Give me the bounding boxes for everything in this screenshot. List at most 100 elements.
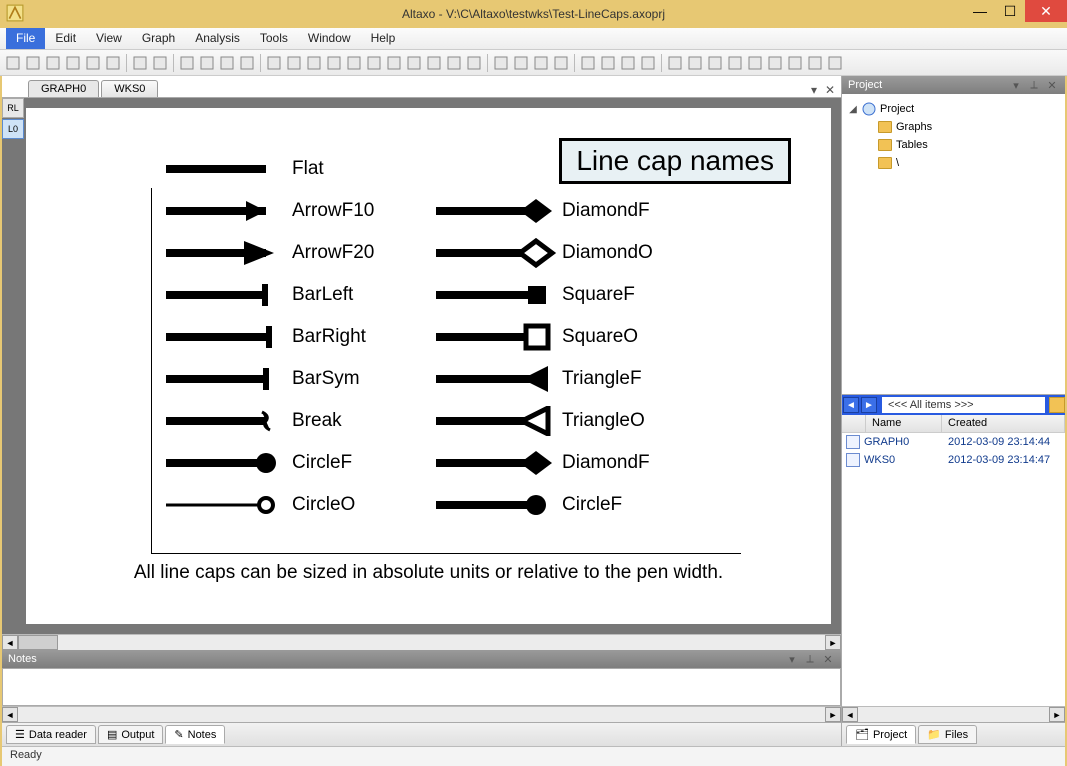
menu-window[interactable]: Window: [298, 28, 361, 49]
layer8-icon[interactable]: [806, 54, 824, 72]
tab-icon: ▤: [107, 728, 117, 741]
copy-icon[interactable]: [198, 54, 216, 72]
tab-close-icon[interactable]: ✕: [823, 83, 837, 97]
tree-item-root[interactable]: \: [896, 157, 899, 169]
project-menu-icon[interactable]: ▾: [1009, 78, 1023, 92]
browser-row[interactable]: GRAPH02012-03-09 23:14:44: [842, 433, 1065, 451]
cap-sample-Break: [166, 416, 276, 426]
align-top-icon[interactable]: [639, 54, 657, 72]
cap-sample-CircleO: [166, 500, 276, 510]
tree-root-label: Project: [880, 103, 914, 115]
poly-icon[interactable]: [425, 54, 443, 72]
tab-menu-icon[interactable]: ▾: [807, 83, 821, 97]
text-icon[interactable]: [285, 54, 303, 72]
align-right-icon[interactable]: [619, 54, 637, 72]
layer4-icon[interactable]: [726, 54, 744, 72]
notes-textarea[interactable]: [2, 668, 841, 706]
cap-sample-DiamondF: [436, 458, 546, 468]
browser-up-button[interactable]: [1049, 397, 1065, 413]
notes-menu-icon[interactable]: ▾: [785, 652, 799, 666]
ellipse-icon[interactable]: [365, 54, 383, 72]
layer1-icon[interactable]: [666, 54, 684, 72]
project-pin-icon[interactable]: ⟂: [1027, 78, 1041, 92]
minimize-button[interactable]: —: [965, 0, 995, 22]
new-icon[interactable]: [4, 54, 22, 72]
folder-icon: [878, 139, 892, 151]
project-tree[interactable]: ◢ Project Graphs Tables \: [842, 94, 1065, 394]
project-panel-header: Project ▾ ⟂ ✕: [842, 76, 1065, 94]
bottom-tab-data-reader[interactable]: ☰Data reader: [6, 725, 96, 744]
line-icon[interactable]: [305, 54, 323, 72]
doc-tab-graph0[interactable]: GRAPH0: [28, 80, 99, 97]
col-created[interactable]: Created: [942, 415, 1065, 432]
col-name[interactable]: Name: [866, 415, 942, 432]
rect-icon[interactable]: [345, 54, 363, 72]
align-center-icon[interactable]: [599, 54, 617, 72]
paste-icon[interactable]: [218, 54, 236, 72]
fit-icon[interactable]: [552, 54, 570, 72]
notes-pin-icon[interactable]: ⟂: [803, 652, 817, 666]
zoom-icon[interactable]: [512, 54, 530, 72]
maximize-button[interactable]: ☐: [995, 0, 1025, 22]
grid2-icon[interactable]: [465, 54, 483, 72]
layer3-icon[interactable]: [706, 54, 724, 72]
notes-close-icon[interactable]: ✕: [821, 652, 835, 666]
open-icon[interactable]: [24, 54, 42, 72]
browser-back-button[interactable]: ◄: [843, 397, 859, 413]
triangle-icon[interactable]: [405, 54, 423, 72]
right-tab-files[interactable]: 📁Files: [918, 725, 977, 744]
right-tab-project[interactable]: 🗂Project: [846, 725, 916, 744]
layer2-icon[interactable]: [686, 54, 704, 72]
table-icon[interactable]: [151, 54, 169, 72]
pointer-icon[interactable]: [265, 54, 283, 72]
print-icon[interactable]: [104, 54, 122, 72]
menubar: FileEditViewGraphAnalysisToolsWindowHelp: [0, 28, 1067, 50]
pan-icon[interactable]: [532, 54, 550, 72]
tree-item-graphs[interactable]: Graphs: [896, 121, 932, 133]
bottom-tab-notes[interactable]: ✎Notes: [165, 725, 225, 744]
menu-edit[interactable]: Edit: [45, 28, 86, 49]
titlebar: Altaxo - V:\C\Altaxo\testwks\Test-LineCa…: [0, 0, 1067, 28]
close-button[interactable]: ✕: [1025, 0, 1067, 22]
side-btn-rl[interactable]: RL: [2, 98, 24, 118]
bottom-tab-output[interactable]: ▤Output: [98, 725, 163, 744]
menu-graph[interactable]: Graph: [132, 28, 185, 49]
curve-icon[interactable]: [385, 54, 403, 72]
cross-icon[interactable]: [492, 54, 510, 72]
menu-tools[interactable]: Tools: [250, 28, 298, 49]
side-btn-l0[interactable]: L0: [2, 119, 24, 139]
menu-view[interactable]: View: [86, 28, 132, 49]
graph-caption: All line caps can be sized in absolute u…: [36, 562, 821, 584]
cap-sample-ArrowF10: [166, 206, 276, 216]
cap-sample-TriangleF: [436, 374, 546, 384]
browser-hscrollbar[interactable]: ◄►: [842, 706, 1065, 722]
align-left-icon[interactable]: [579, 54, 597, 72]
layer9-icon[interactable]: [826, 54, 844, 72]
layer6-icon[interactable]: [766, 54, 784, 72]
browser-forward-button[interactable]: ►: [861, 397, 877, 413]
x-axis: [151, 553, 741, 554]
arrow-icon[interactable]: [325, 54, 343, 72]
save-icon[interactable]: [44, 54, 62, 72]
points-icon[interactable]: [445, 54, 463, 72]
notes-hscrollbar[interactable]: ◄►: [2, 706, 841, 722]
cap-sample-DiamondF: [436, 206, 546, 216]
cut-icon[interactable]: [178, 54, 196, 72]
layer5-icon[interactable]: [746, 54, 764, 72]
doc-tab-wks0[interactable]: WKS0: [101, 80, 158, 97]
browser-row[interactable]: WKS02012-03-09 23:14:47: [842, 451, 1065, 469]
layer7-icon[interactable]: [786, 54, 804, 72]
browser-breadcrumb[interactable]: <<< All items >>>: [882, 397, 1045, 413]
grid-icon[interactable]: [131, 54, 149, 72]
saveall-icon[interactable]: [64, 54, 82, 72]
menu-analysis[interactable]: Analysis: [185, 28, 250, 49]
menu-help[interactable]: Help: [361, 28, 406, 49]
graph-hscrollbar[interactable]: ◄►: [2, 634, 841, 650]
save-as-icon[interactable]: [84, 54, 102, 72]
delete-icon[interactable]: [238, 54, 256, 72]
project-close-icon[interactable]: ✕: [1045, 78, 1059, 92]
menu-file[interactable]: File: [6, 28, 45, 49]
tree-expand-icon[interactable]: ◢: [848, 104, 858, 115]
tree-item-tables[interactable]: Tables: [896, 139, 928, 151]
graph-canvas[interactable]: Line cap names FlatArrowF10DiamondFArrow…: [26, 108, 831, 624]
